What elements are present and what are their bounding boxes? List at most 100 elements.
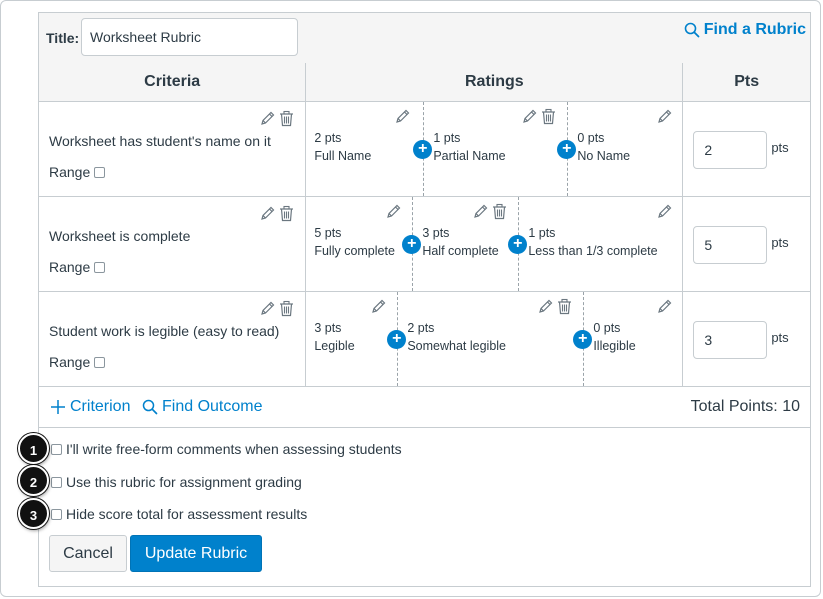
rating-item[interactable]: 1 pts Less than 1/3 complete xyxy=(518,197,683,291)
free-form-comments-option[interactable]: I'll write free-form comments when asses… xyxy=(51,441,402,457)
pencil-icon[interactable] xyxy=(656,108,673,125)
ratings-column-header: Ratings xyxy=(305,63,684,102)
pencil-icon[interactable] xyxy=(259,300,276,317)
criterion-cell: Worksheet is complete Range xyxy=(39,196,307,292)
trash-icon[interactable] xyxy=(556,298,573,315)
rating-description: Illegible xyxy=(593,339,636,353)
pencil-icon[interactable] xyxy=(370,298,387,315)
use-for-grading-checkbox[interactable] xyxy=(51,476,62,488)
rating-item[interactable]: 1 pts Partial Name xyxy=(423,102,567,196)
add-criterion-label: Criterion xyxy=(70,398,131,415)
total-points: Total Points: 10 xyxy=(690,398,800,415)
option-label: Hide score total for assessment results xyxy=(66,506,308,522)
points-unit: pts xyxy=(771,140,789,155)
points-cell: 5 pts xyxy=(682,196,810,292)
points-cell: 2 pts xyxy=(682,101,810,197)
rating-item[interactable]: 0 pts No Name xyxy=(567,102,683,196)
search-icon xyxy=(684,22,700,38)
pencil-icon[interactable] xyxy=(521,108,538,125)
rating-points: 1 pts xyxy=(528,226,556,240)
range-label: Range xyxy=(49,164,91,180)
plus-icon xyxy=(49,398,67,416)
ratings-cell: 2 pts Full Name + 1 pts Partial Name + 0… xyxy=(305,101,684,197)
pencil-icon[interactable] xyxy=(537,298,554,315)
range-toggle: Range xyxy=(49,259,106,275)
range-toggle: Range xyxy=(49,354,106,370)
rating-description: Full Name xyxy=(314,149,372,163)
option-label: Use this rubric for assignment grading xyxy=(66,474,302,490)
range-label: Range xyxy=(49,259,91,275)
rating-item[interactable]: 5 pts Fully complete xyxy=(306,197,412,291)
cancel-button[interactable]: Cancel xyxy=(49,535,127,572)
callout-badge: 2 xyxy=(18,465,49,496)
range-toggle: Range xyxy=(49,164,106,180)
title-label: Title: xyxy=(46,30,80,46)
ratings-cell: 3 pts Legible + 2 pts Somewhat legible +… xyxy=(305,291,684,387)
find-outcome-label: Find Outcome xyxy=(162,398,263,415)
points-input[interactable]: 3 xyxy=(693,321,768,359)
pencil-icon[interactable] xyxy=(656,298,673,315)
rubric-editor: Title: Find a Rubric Criteria Ratings Pt… xyxy=(38,12,811,587)
range-checkbox[interactable] xyxy=(94,166,106,178)
pencil-icon[interactable] xyxy=(259,110,276,127)
rating-item[interactable]: 3 pts Half complete xyxy=(412,197,518,291)
update-rubric-button[interactable]: Update Rubric xyxy=(130,535,262,572)
trash-icon[interactable] xyxy=(278,110,295,127)
rating-description: No Name xyxy=(577,149,631,163)
pencil-icon[interactable] xyxy=(259,205,276,222)
callout-badge: 1 xyxy=(18,433,49,464)
rubric-title-input[interactable] xyxy=(81,18,298,56)
rubric-table: Criteria Ratings Pts Worksheet has stude… xyxy=(39,63,810,387)
free-form-comments-checkbox[interactable] xyxy=(51,443,62,455)
hide-score-total-option[interactable]: Hide score total for assessment results xyxy=(51,506,307,522)
rating-points: 5 pts xyxy=(314,226,342,240)
criterion-row: Student work is legible (easy to read) R… xyxy=(39,291,810,387)
hide-score-total-checkbox[interactable] xyxy=(51,508,62,520)
trash-icon[interactable] xyxy=(278,205,295,222)
pencil-icon[interactable] xyxy=(385,203,402,220)
rating-item[interactable]: 3 pts Legible xyxy=(306,292,397,386)
points-input[interactable]: 5 xyxy=(693,226,768,264)
rating-description: Somewhat legible xyxy=(407,339,506,353)
rubric-title-bar: Title: Find a Rubric xyxy=(39,13,810,64)
points-unit: pts xyxy=(771,330,789,345)
pencil-icon[interactable] xyxy=(394,108,411,125)
points-unit: pts xyxy=(771,235,789,250)
rating-description: Legible xyxy=(314,339,355,353)
find-rubric-link[interactable]: Find a Rubric xyxy=(684,21,806,39)
trash-icon[interactable] xyxy=(491,203,508,220)
rating-description: Fully complete xyxy=(314,244,395,258)
rating-description: Partial Name xyxy=(433,149,506,163)
rating-item[interactable]: 2 pts Somewhat legible xyxy=(397,292,583,386)
find-outcome-button[interactable]: Find Outcome xyxy=(142,398,262,416)
pencil-icon[interactable] xyxy=(472,203,489,220)
criterion-row: Worksheet has student's name on it Range… xyxy=(39,101,810,197)
rating-item[interactable]: 2 pts Full Name xyxy=(306,102,423,196)
rating-points: 2 pts xyxy=(314,131,342,145)
points-input[interactable]: 2 xyxy=(693,131,768,169)
rating-description: Half complete xyxy=(422,244,499,258)
use-for-grading-option[interactable]: Use this rubric for assignment grading xyxy=(51,474,302,490)
criterion-description: Worksheet is complete xyxy=(49,228,191,244)
criterion-cell: Student work is legible (easy to read) R… xyxy=(39,291,307,387)
table-header-row: Criteria Ratings Pts xyxy=(39,63,810,102)
option-label: I'll write free-form comments when asses… xyxy=(66,441,402,457)
range-checkbox[interactable] xyxy=(94,356,106,368)
criterion-row: Worksheet is complete Range 5 pts Fully … xyxy=(39,196,810,292)
trash-icon[interactable] xyxy=(278,300,295,317)
trash-icon[interactable] xyxy=(540,108,557,125)
search-icon xyxy=(142,399,158,415)
rubric-footer: Criterion Find Outcome Total Points: 10 xyxy=(39,389,810,428)
criterion-cell: Worksheet has student's name on it Range xyxy=(39,101,307,197)
range-checkbox[interactable] xyxy=(94,261,106,273)
criteria-column-header: Criteria xyxy=(39,63,307,102)
rating-points: 3 pts xyxy=(422,226,450,240)
pencil-icon[interactable] xyxy=(656,203,673,220)
find-rubric-label: Find a Rubric xyxy=(703,21,806,38)
points-cell: 3 pts xyxy=(682,291,810,387)
add-criterion-button[interactable]: Criterion xyxy=(49,398,130,416)
ratings-cell: 5 pts Fully complete + 3 pts Half comple… xyxy=(305,196,684,292)
rating-points: 0 pts xyxy=(593,321,621,335)
rating-points: 3 pts xyxy=(314,321,342,335)
rating-item[interactable]: 0 pts Illegible xyxy=(583,292,683,386)
